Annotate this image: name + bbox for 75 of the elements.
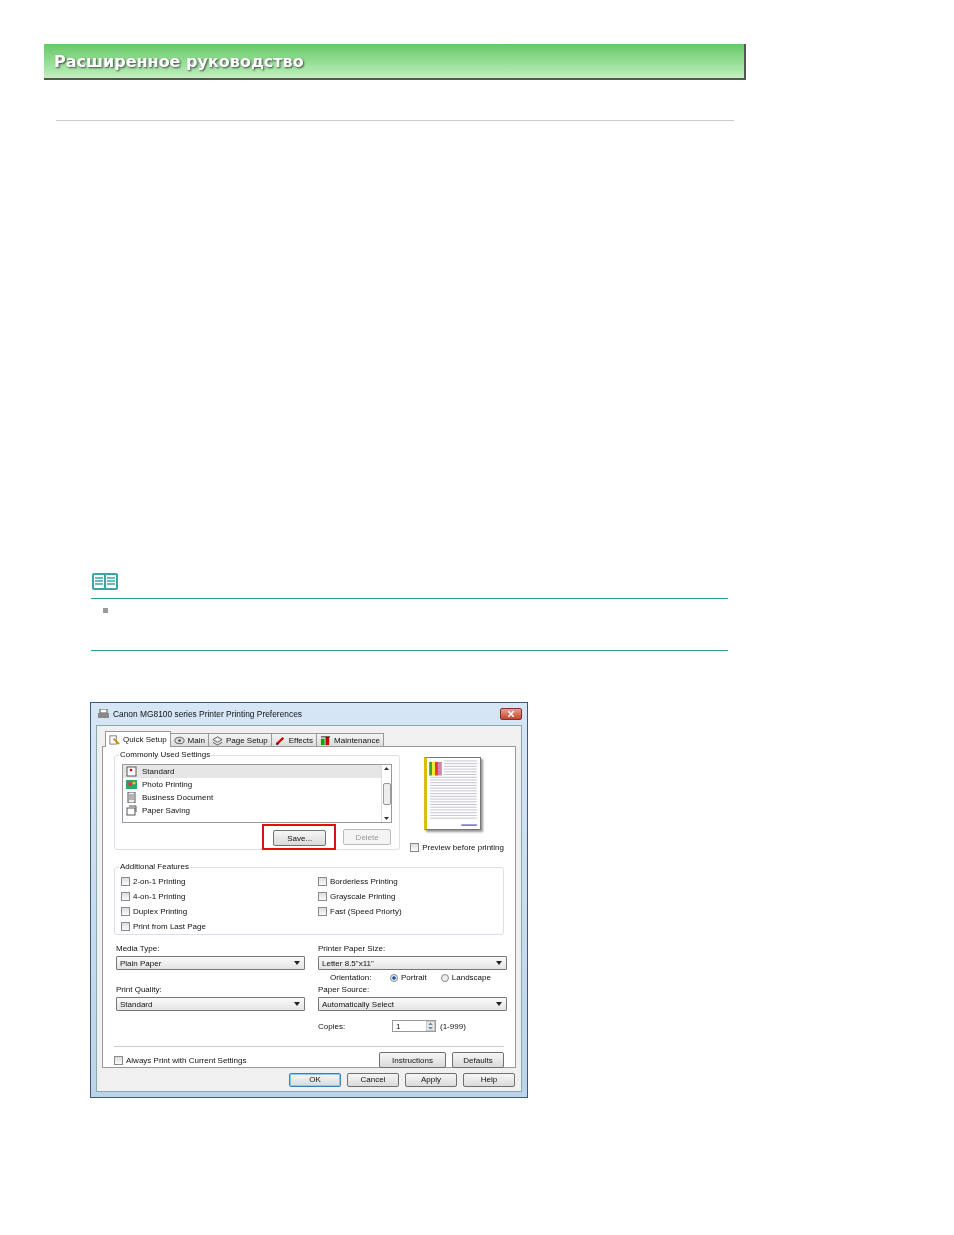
paper-icon [126,805,137,816]
close-icon [508,711,514,717]
radio-label: Portrait [401,973,427,982]
tab[interactable]: Effects [270,733,318,746]
copies-field[interactable]: 1 [392,1020,436,1032]
checkbox[interactable] [318,892,327,901]
field-label: Copies: [318,1021,347,1031]
checkbox-label: Always Print with Current Settings [126,1055,247,1065]
settings-list-item[interactable]: Paper Saving [123,804,382,817]
tab[interactable]: Quick Setup [105,731,171,747]
layers-icon [211,734,223,746]
checkbox-label: Print from Last Page [133,922,206,931]
tab[interactable]: Main [169,733,209,746]
field-label: Media Type: [116,944,161,953]
scroll-down-icon [384,817,390,820]
printer-icon [98,709,109,719]
settings-list-item[interactable]: Business Document [123,791,382,804]
checkbox[interactable] [114,1055,123,1065]
dropdown-arrow-icon [496,1002,502,1006]
tab[interactable]: Maintenance [316,733,384,746]
note-book-icon [91,572,119,592]
scrollbar-thumb[interactable] [382,782,391,805]
defaults-button[interactable]: Defaults [452,1052,504,1068]
radio-label: Landscape [451,973,491,982]
settings-list-item[interactable]: Standard [123,765,382,778]
document-icon [126,792,137,803]
dropdown[interactable]: Letter 8.5"x11" [318,956,507,970]
page-icon [126,766,137,777]
checkbox[interactable] [121,922,130,931]
checkbox[interactable] [410,843,420,852]
checkbox[interactable] [121,892,130,901]
scroll-up-icon [384,767,390,770]
checkbox[interactable] [318,877,327,886]
checkbox[interactable] [121,907,130,916]
bullet-icon [103,608,108,613]
dropdown-arrow-icon [294,1002,300,1006]
radio-button[interactable] [440,973,449,982]
checkbox-label: 4-on-1 Printing [133,892,186,901]
tab[interactable]: Page Setup [207,733,272,746]
scrollbar[interactable] [381,765,392,822]
window-title: Canon MG8100 series Printer Printing Preferences [113,709,303,719]
checkbox[interactable] [318,907,327,916]
save-button[interactable]: Save... [273,830,327,846]
group-label: Commonly Used Settings [119,750,212,759]
dropdown-arrow-icon [294,961,300,965]
copies-range: (1-999) [440,1021,466,1031]
checkbox-label: Grayscale Printing [330,892,396,901]
dropdown[interactable]: Automatically Select [318,997,507,1011]
checkbox-label: 2-on-1 Printing [133,877,186,886]
spinner-arrows-icon [426,1021,435,1031]
apply-button[interactable]: Apply [405,1072,457,1087]
group-label: Additional Features [119,862,190,871]
help-button[interactable]: Help [463,1072,515,1087]
quick-setup-icon [109,734,120,745]
checkbox-label: Preview before printing [422,843,504,852]
close-button[interactable] [500,708,522,720]
field-label: Orientation: [330,973,373,982]
checkbox-label: Borderless Printing [330,877,398,886]
settings-list-item[interactable]: Photo Printing [123,778,382,791]
ok-button[interactable]: OK [289,1072,341,1087]
field-label: Print Quality: [116,985,163,994]
field-label: Printer Paper Size: [318,944,387,953]
dropdown-arrow-icon [496,961,502,965]
dropdown[interactable]: Standard [116,997,305,1011]
field-label: Paper Source: [318,985,371,994]
checkbox-label: Duplex Printing [133,907,188,916]
photo-icon [126,779,137,790]
header-title: Расширенное руководство [54,51,304,71]
cancel-button[interactable]: Cancel [347,1072,399,1087]
checkbox-label: Fast (Speed Priorty) [330,907,402,916]
brush-icon [274,734,286,746]
dropdown[interactable]: Plain Paper [116,956,305,970]
instructions-button[interactable]: Instructions [379,1052,446,1068]
radio-button[interactable] [390,973,398,982]
checkbox[interactable] [121,877,130,886]
